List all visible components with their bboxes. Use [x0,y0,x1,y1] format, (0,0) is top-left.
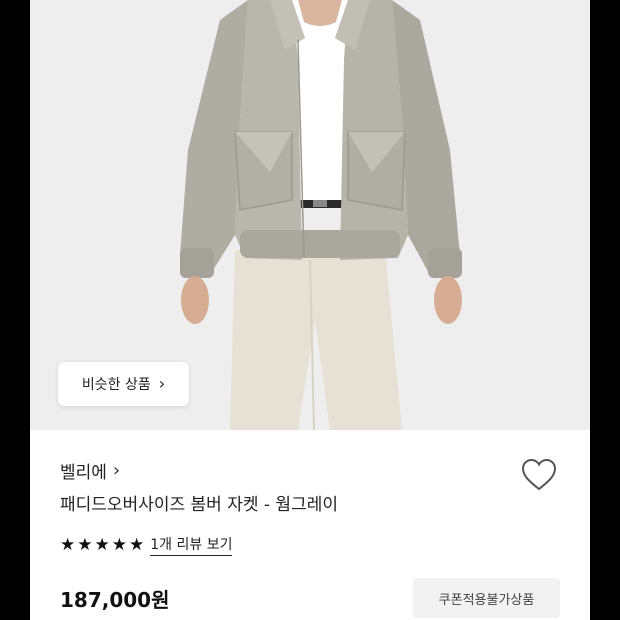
star-icon: ★ [77,534,93,555]
product-price: 187,000원 [60,588,170,612]
coupon-unavailable-badge: 쿠폰적용불가상품 [413,578,560,618]
brand-name: 벨리에 [60,462,107,483]
similar-products-button[interactable]: 비슷한 상품 › [58,362,189,406]
star-icon: ★ [94,534,110,555]
brand-link[interactable]: 벨리에 › [60,456,120,484]
star-icon: ★ [60,534,76,555]
chevron-right-icon: › [112,459,121,481]
wishlist-heart-icon[interactable] [520,458,558,492]
product-name: 패디드오버사이즈 봄버 자켓 - 웜그레이 [60,495,338,515]
chevron-right-icon: › [158,374,166,393]
similar-products-label: 비슷한 상품 [81,377,151,393]
star-icon: ★ [111,534,127,555]
rating-row: ★ ★ ★ ★ ★ 1개 리뷰 보기 [60,532,233,558]
rating-stars: ★ ★ ★ ★ ★ [60,534,145,555]
review-link[interactable]: 1개 리뷰 보기 [150,534,233,556]
star-icon: ★ [129,534,145,555]
product-photo[interactable]: 비슷한 상품 › [30,0,590,430]
product-detail-screen: 비슷한 상품 › 벨리에 › 패디드오버사이즈 봄버 자켓 - 웜그레이 ★ ★… [30,0,590,620]
